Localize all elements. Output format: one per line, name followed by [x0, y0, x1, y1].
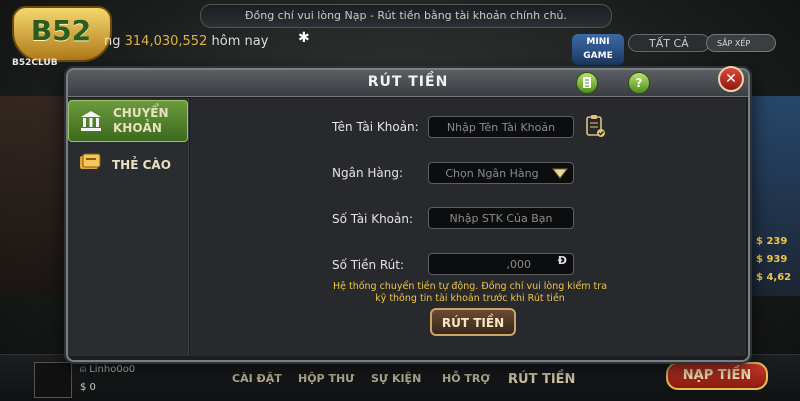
account-number-label: Số Tài Khoản: [332, 212, 414, 226]
tab-label: THẺ CÀO [112, 158, 171, 172]
withdraw-submit-button[interactable]: RÚT TIỀN [430, 308, 516, 336]
help-icon[interactable]: ? [628, 72, 650, 94]
avatar[interactable] [34, 362, 72, 398]
jackpot-prefix: ng [104, 34, 121, 49]
jackpot-text: ng 314,030,552 hôm nay [104, 34, 268, 49]
account-name-input[interactable]: Nhập Tên Tài Khoản [428, 116, 574, 138]
jackpot-amount: $ 4,62 [756, 272, 792, 283]
b52club-logo: B52 B52CLUB [4, 6, 116, 68]
nav-events[interactable]: SỰ KIỆN [371, 372, 421, 385]
jackpot-suffix: hôm nay [211, 34, 269, 49]
user-icon: ⍝ [80, 364, 86, 375]
announcement-marquee: Đồng chí vui lòng Nạp - Rút tiền bằng tà… [200, 4, 612, 28]
username: ⍝ Linho0o0 [80, 364, 136, 375]
jackpot-value: 314,030,552 [124, 34, 208, 49]
minigame-button[interactable]: MINI GAME [572, 34, 624, 65]
right-jackpot-banner[interactable]: $ 239 $ 939 $ 4,62 [748, 96, 800, 296]
jackpot-amount: $ 239 [756, 236, 788, 247]
user-balance: $ 0 [80, 382, 96, 393]
account-number-input[interactable]: Nhập STK Của Bạn [428, 207, 574, 229]
left-game-banner[interactable] [0, 96, 66, 296]
bank-label: Ngân Hàng: [332, 166, 404, 180]
bank-selected-value: Chọn Ngân Hàng [445, 167, 539, 180]
clipboard-icon[interactable] [584, 114, 606, 138]
sort-dropdown[interactable]: SẮP XẾP [706, 34, 776, 52]
nav-settings[interactable]: CÀI ĐẶT [232, 372, 282, 385]
bank-icon [79, 109, 103, 133]
card-icon [78, 150, 102, 174]
withdraw-dialog: RÚT TIỀN ? ✕ CHUYỂN KHOẢN THẺ CÀO Tên Tà… [66, 66, 750, 362]
jackpot-amount: $ 939 [756, 254, 788, 265]
nav-withdraw[interactable]: RÚT TIỀN [508, 372, 575, 387]
amount-label: Số Tiền Rút: [332, 258, 405, 272]
amount-input[interactable]: ,000 Đ [428, 253, 574, 275]
amount-value: ,000 [506, 258, 532, 271]
bank-select[interactable]: Chọn Ngân Hàng [428, 162, 574, 184]
filter-all-button[interactable]: TẤT CẢ [628, 34, 710, 52]
nav-mailbox[interactable]: HỘP THƯ [298, 372, 354, 385]
tab-label: KHOẢN [113, 121, 162, 135]
chevron-down-icon [551, 165, 569, 181]
snowflake-icon: ✱ [298, 30, 310, 46]
tab-bank-transfer[interactable]: CHUYỂN KHOẢN [68, 100, 188, 142]
withdraw-method-sidebar: CHUYỂN KHOẢN THẺ CÀO [68, 98, 189, 356]
document-icon[interactable] [576, 72, 598, 94]
withdraw-notice: Hệ thống chuyển tiền tự động. Đồng chí v… [332, 281, 608, 304]
account-name-label: Tên Tài Khoản: [332, 120, 419, 134]
close-icon[interactable]: ✕ [718, 66, 744, 92]
currency-symbol: Đ [557, 254, 567, 267]
withdraw-form: Tên Tài Khoản: Nhập Tên Tài Khoản Ngân H… [190, 98, 746, 356]
nav-support[interactable]: HỖ TRỢ [442, 372, 490, 385]
deposit-button[interactable]: NẠP TIỀN [666, 362, 768, 390]
tab-label: CHUYỂN [113, 106, 169, 120]
tab-scratch-card[interactable]: THẺ CÀO [68, 144, 186, 184]
